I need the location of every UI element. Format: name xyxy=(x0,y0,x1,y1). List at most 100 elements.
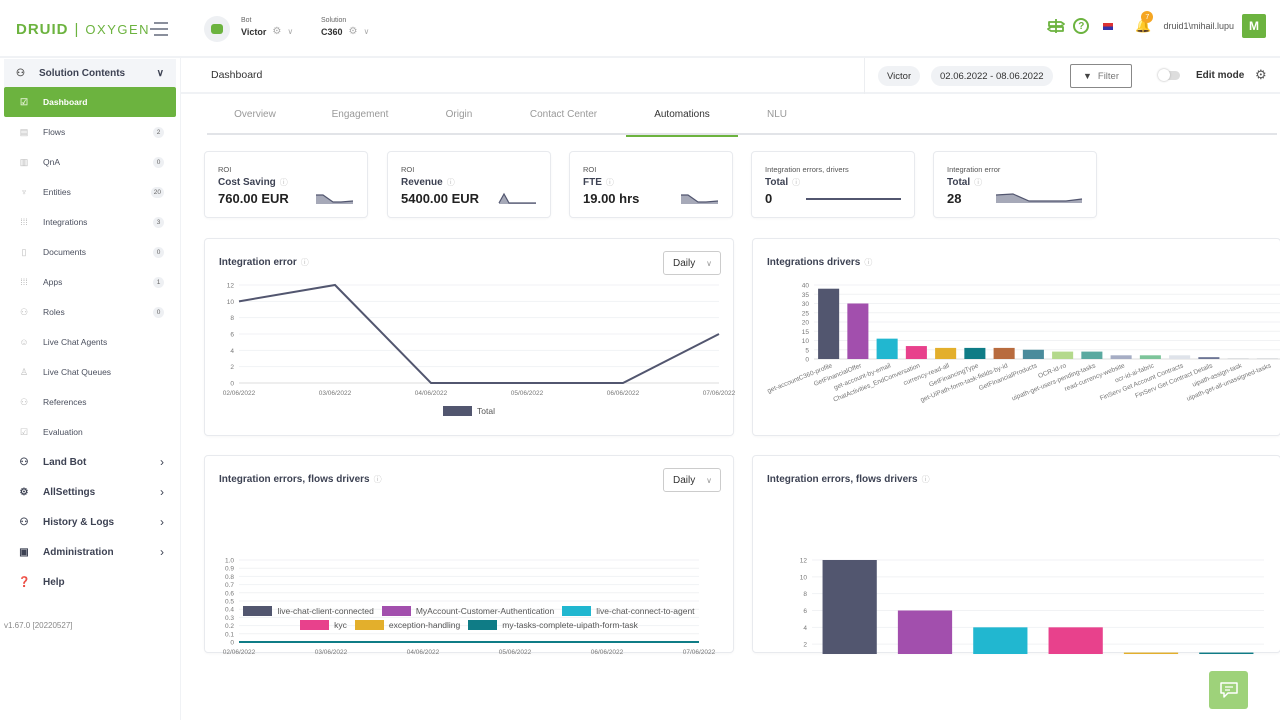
bar-chart-integrations-drivers: 0510152025303540get-accountC360-profileG… xyxy=(766,283,1280,404)
x-tick-label: 04/06/2022 xyxy=(415,390,448,397)
page-title: Dashboard xyxy=(211,69,263,81)
y-tick-label: 4 xyxy=(803,625,807,632)
sidebar-item-documents[interactable]: ▯ Documents 0 xyxy=(4,237,176,267)
legend-item[interactable]: Total xyxy=(443,406,495,416)
chevron-right-icon: › xyxy=(160,545,164,559)
sidebar-item-integrations[interactable]: ⁞⁞⁞ Integrations 3 xyxy=(4,207,176,237)
bar-GetFinancialProducts xyxy=(1022,349,1044,359)
bot-filter-pill[interactable]: Victor xyxy=(878,66,921,86)
bar-OCR-id-ro xyxy=(1052,351,1074,359)
legend-swatch xyxy=(381,606,411,616)
flows-icon: ▤ xyxy=(19,126,29,137)
kpi-category: ROI xyxy=(218,165,232,174)
sidebar-group-land-bot[interactable]: ⚇ Land Bot › xyxy=(4,447,176,477)
sidebar-group-label: AllSettings xyxy=(43,486,96,498)
user-avatar[interactable]: M xyxy=(1242,14,1266,38)
y-tick-label: 4 xyxy=(230,348,234,355)
sidebar-item-apps[interactable]: ⁞⁞⁞ Apps 1 xyxy=(4,267,176,297)
solution-selector-value: C360 xyxy=(321,26,343,37)
tab-automations[interactable]: Automations xyxy=(626,94,738,137)
sidebar-group-allsettings[interactable]: ⚙ AllSettings › xyxy=(4,477,176,507)
bar-FinServ Get Account Contracts xyxy=(1169,355,1191,359)
y-tick-label: 10 xyxy=(227,299,235,306)
chart-card-integration-error: Integration error ⓘ Daily ∨ 0 2 4 6 8 10 12 02/06… xyxy=(204,238,735,436)
bar-uipath-get-all-unassigned-tasks xyxy=(1256,358,1278,359)
filter-button[interactable]: ▼ Filter xyxy=(1070,64,1132,88)
info-icon[interactable]: ⓘ xyxy=(792,178,800,187)
info-icon[interactable]: ⓘ xyxy=(974,178,982,187)
info-icon[interactable]: ⓘ xyxy=(606,178,614,187)
legend-item[interactable]: my-tasks-complete-uipath-form-task xyxy=(468,620,638,630)
y-tick-label: 6 xyxy=(230,332,234,339)
kpi-category: ROI xyxy=(401,165,415,174)
sidebar-item-roles[interactable]: ⚇ Roles 0 xyxy=(4,297,176,327)
count-badge: 3 xyxy=(153,216,164,228)
legend-item[interactable]: kyc xyxy=(300,620,347,630)
logo-main: DRUID xyxy=(16,21,69,38)
filter-label: Filter xyxy=(1097,70,1120,82)
legend-swatch xyxy=(443,406,473,416)
legend-item[interactable]: exception-handling xyxy=(354,620,460,630)
bar-get-UiPath-form-task-fields-by-id xyxy=(993,347,1015,359)
sidebar-item-evaluation[interactable]: ☑ Evaluation xyxy=(4,417,176,447)
edit-mode-toggle[interactable] xyxy=(1158,69,1180,81)
y-tick-label: 1.0 xyxy=(225,558,234,565)
sidebar-item-entities[interactable]: ♆ Entities 20 xyxy=(4,177,176,207)
legend-swatch xyxy=(300,620,330,630)
notifications-bell-icon[interactable]: 🔔 7 xyxy=(1135,11,1154,34)
legend-item[interactable]: live-chat-connect-to-agent xyxy=(562,606,695,616)
chevron-down-icon[interactable]: ∨ xyxy=(287,27,293,36)
signpost-icon[interactable] xyxy=(1045,18,1067,34)
sidebar-item-live-chat-agents[interactable]: ☺ Live Chat Agents xyxy=(4,327,176,357)
settings-icon: ⚙ xyxy=(19,486,29,498)
kpi-title: Total xyxy=(947,177,971,188)
main-content: Dashboard Victor 02.06.2022 - 08.06.2022… xyxy=(180,58,1280,720)
dashboard-tabs: Overview Engagement Origin Contact Cente… xyxy=(207,94,1277,137)
sidebar-item-references[interactable]: ⚇ References xyxy=(4,387,176,417)
sidebar-group-label: History & Logs xyxy=(43,516,115,528)
solution-contents-header[interactable]: ⚇ Solution Contents ∨ xyxy=(4,59,176,87)
sidebar-item-qna[interactable]: ▥ QnA 0 xyxy=(4,147,176,177)
date-range-pill[interactable]: 02.06.2022 - 08.06.2022 xyxy=(931,66,1053,86)
sidebar-group-help[interactable]: ❓ Help xyxy=(4,567,176,597)
sidebar-group-administration[interactable]: ▣ Administration › xyxy=(4,537,176,567)
legend-label: my-tasks-complete-uipath-form-task xyxy=(502,620,638,630)
tab-origin[interactable]: Origin xyxy=(417,94,501,135)
tab-contact-center[interactable]: Contact Center xyxy=(501,94,626,135)
legend-label: Total xyxy=(477,406,495,416)
sidebar-item-live-chat-queues[interactable]: ♙ Live Chat Queues xyxy=(4,357,176,387)
sidebar-item-dashboard[interactable]: ☑ Dashboard xyxy=(4,87,176,117)
legend-item[interactable]: MyAccount-Customer-Authentication xyxy=(381,606,554,616)
sidebar-group-label: Help xyxy=(43,576,65,588)
sidebar-group-history-logs[interactable]: ⚇ History & Logs › xyxy=(4,507,176,537)
info-icon[interactable]: ⓘ xyxy=(280,178,288,187)
solution-selector[interactable]: Solution C360 ⚙ ∨ xyxy=(321,17,369,37)
chevron-right-icon: › xyxy=(160,485,164,499)
bot-settings-icon[interactable]: ⚙ xyxy=(272,26,281,37)
sidebar-item-flows[interactable]: ▤ Flows 2 xyxy=(4,117,176,147)
tab-nlu[interactable]: NLU xyxy=(738,94,816,135)
info-icon[interactable]: ⓘ xyxy=(447,178,455,187)
chevron-down-icon[interactable]: ∨ xyxy=(363,27,369,36)
chart-legend: live-chat-client-connected MyAccount-Cust… xyxy=(225,606,713,630)
topbar-right: ? 🔔 7 druid1\mihail.lupu M xyxy=(1045,11,1280,38)
help-icon[interactable]: ? xyxy=(1073,18,1090,34)
chat-widget-button[interactable] xyxy=(1209,671,1248,709)
chart-card-flows-drivers-bar: Integration errors, flows driversⓘ 02468… xyxy=(752,455,1280,654)
language-flag-icon[interactable] xyxy=(1103,22,1114,30)
x-tick-label: 07/06/2022 xyxy=(703,390,735,397)
x-tick-label: 03/06/2022 xyxy=(319,390,352,397)
y-tick-label: 0 xyxy=(230,381,234,388)
legend-item[interactable]: live-chat-client-connected xyxy=(243,606,374,616)
chart-card-integrations-drivers: Integrations drivers ⓘ 0 5 10 15 20 25 30 35 40 ge… xyxy=(752,238,1280,436)
tab-overview[interactable]: Overview xyxy=(207,94,303,135)
bot-selector[interactable]: Bot Victor ⚙ ∨ xyxy=(241,17,293,37)
tab-engagement[interactable]: Engagement xyxy=(303,94,417,135)
druid-logo[interactable]: DRUID | OXYGEN xyxy=(16,21,150,38)
username[interactable]: druid1\mihail.lupu xyxy=(1163,21,1234,31)
gear-icon[interactable]: ⚙ xyxy=(1255,67,1267,83)
solution-settings-icon[interactable]: ⚙ xyxy=(349,26,358,37)
menu-toggle-icon[interactable] xyxy=(150,22,168,36)
bot-selector-label: Bot xyxy=(241,17,252,24)
sparkline-integration-error xyxy=(995,193,1083,203)
